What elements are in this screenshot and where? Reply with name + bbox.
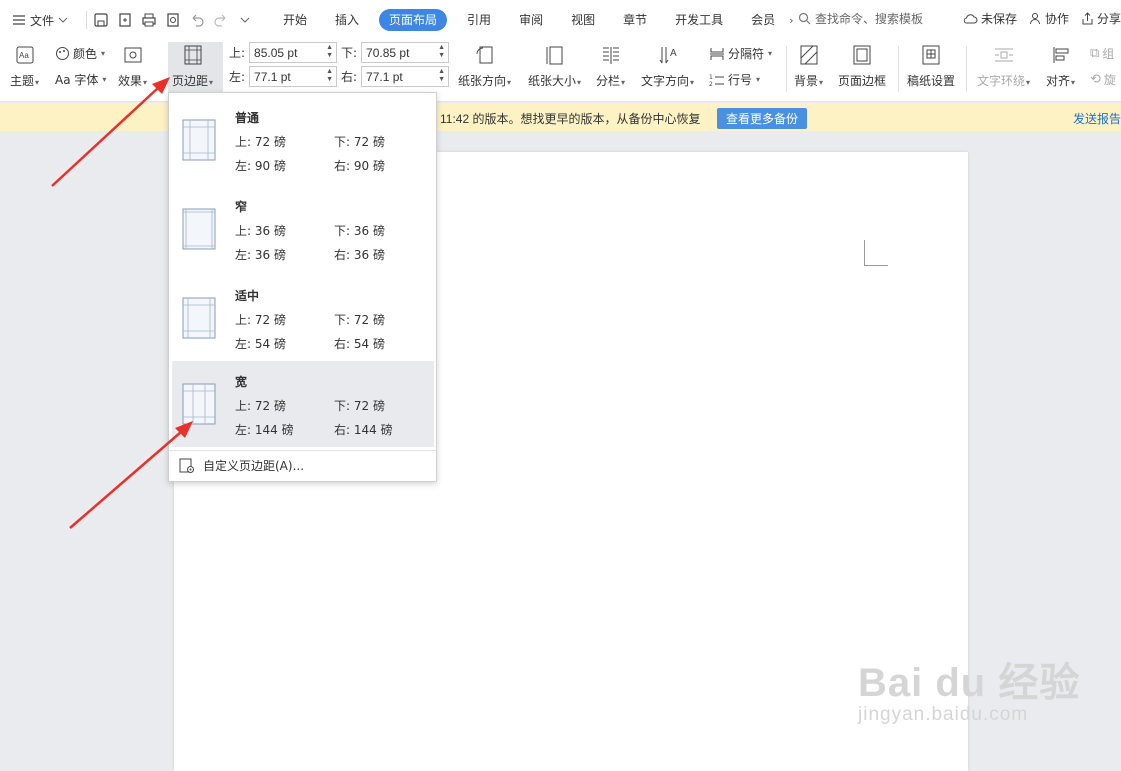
watermark-logo-text: Bai du 经验 bbox=[858, 661, 1081, 705]
baidu-watermark: Bai du 经验 jingyan.baidu.com bbox=[858, 650, 1080, 726]
arrow-to-wide-preset-icon bbox=[69, 421, 193, 529]
arrow-to-margins-icon bbox=[51, 77, 170, 187]
